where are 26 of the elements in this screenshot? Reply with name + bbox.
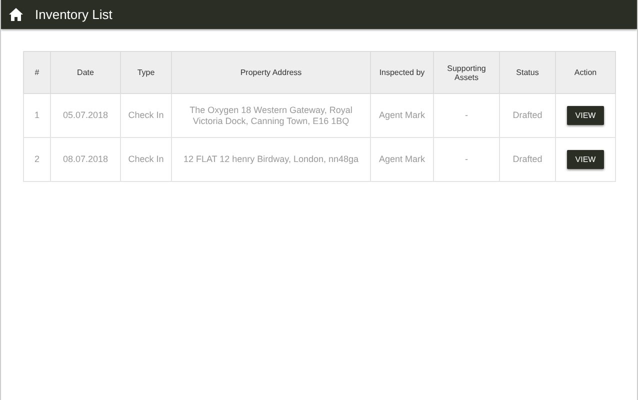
table-cell: Check In [128,154,164,164]
table-cell: 05.07.2018 [62,110,108,120]
view-button[interactable]: VIEW [567,150,604,169]
table-cell: - [465,110,468,120]
table-cell: Check In [128,110,164,120]
table-cell: The Oxygen 18 Western Gateway, Royal Victoria Dock, Canning Town, E16 1BQ [190,104,352,126]
column-header: # [34,68,40,77]
column-header: Status [516,68,539,77]
table-cell: Agent Mark [378,110,426,120]
page-title: Inventory List [35,7,112,22]
table-cell: 08.07.2018 [62,154,108,164]
table-cell: 12 FLAT 12 henry Birdway, London, nn48ga [183,154,359,164]
table-cell: Agent Mark [378,154,426,164]
column-header: Action [574,68,597,77]
column-header: Date [77,68,94,77]
column-header: Supporting Assets [447,64,486,82]
column-header: Type [137,68,155,77]
table-cell: - [465,154,468,164]
column-header: Property Address [240,68,302,77]
table-cell: Drafted [512,154,542,164]
column-header: Inspected by [379,68,425,77]
view-button[interactable]: VIEW [567,106,604,125]
home-icon[interactable] [9,8,23,21]
table-cell: 1 [34,110,40,120]
table-cell: 2 [34,154,40,164]
table-cell: Drafted [512,110,542,120]
